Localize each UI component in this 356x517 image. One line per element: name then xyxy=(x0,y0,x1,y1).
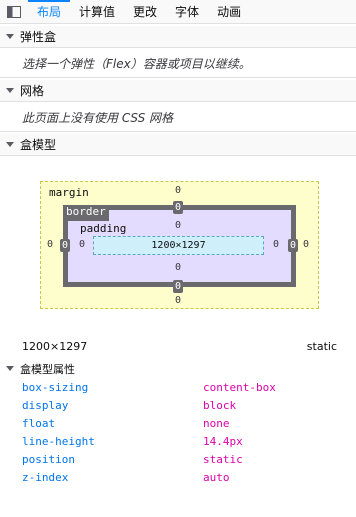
property-name: line-height xyxy=(22,435,95,448)
tab-layout[interactable]: 布局 xyxy=(28,0,71,23)
element-position: static xyxy=(306,340,337,353)
sidebar-toggle-icon[interactable] xyxy=(0,0,28,23)
element-dimensions: 1200×1297 xyxy=(22,340,88,353)
padding-label: padding xyxy=(80,222,127,235)
property-name: display xyxy=(22,399,69,412)
tab-changes[interactable]: 更改 xyxy=(124,0,166,23)
grid-section-title: 网格 xyxy=(20,84,45,98)
border-label: border xyxy=(63,205,109,221)
property-row: display block xyxy=(0,397,356,415)
property-value[interactable]: auto xyxy=(203,471,230,484)
boxmodel-section-header[interactable]: 盒模型 xyxy=(0,134,356,156)
chevron-down-icon xyxy=(0,141,20,148)
property-name: position xyxy=(22,453,75,466)
property-name: z-index xyxy=(22,471,69,484)
property-row: position static xyxy=(0,451,356,469)
chevron-down-icon xyxy=(0,366,20,372)
flexbox-empty-message: 选择一个弹性（Flex）容器或项目以继续。 xyxy=(22,56,251,71)
padding-right-value[interactable]: 0 xyxy=(271,239,281,251)
grid-section-header[interactable]: 网格 xyxy=(0,80,356,102)
property-row: line-height 14.4px xyxy=(0,433,356,451)
grid-empty-message: 此页面上没有使用 CSS 网格 xyxy=(22,110,174,125)
property-value[interactable]: 14.4px xyxy=(203,435,243,448)
boxmodel-properties-header[interactable]: 盒模型属性 xyxy=(0,360,356,378)
sidebar-tab-bar: 布局 计算值 更改 字体 动画 xyxy=(0,0,356,24)
margin-right-value[interactable]: 0 xyxy=(301,239,311,251)
padding-left-value[interactable]: 0 xyxy=(77,239,87,251)
margin-left-value[interactable]: 0 xyxy=(45,239,55,251)
tab-computed[interactable]: 计算值 xyxy=(70,0,124,23)
chevron-down-icon xyxy=(0,33,20,40)
property-row: z-index auto xyxy=(0,469,356,487)
margin-bottom-value[interactable]: 0 xyxy=(173,295,183,307)
boxmodel-content-box[interactable]: 1200×1297 xyxy=(93,236,264,255)
boxmodel-section-title: 盒模型 xyxy=(20,138,57,152)
grid-section-body: 此页面上没有使用 CSS 网格 xyxy=(0,103,356,132)
border-top-value[interactable]: 0 xyxy=(173,201,183,214)
border-bottom-value[interactable]: 0 xyxy=(173,280,183,293)
border-right-value[interactable]: 0 xyxy=(288,239,298,252)
property-row: box-sizing content-box xyxy=(0,379,356,397)
chevron-down-icon xyxy=(0,87,20,94)
property-row: float none xyxy=(0,415,356,433)
boxmodel-properties-title: 盒模型属性 xyxy=(20,363,75,376)
margin-top-value[interactable]: 0 xyxy=(173,185,183,197)
flexbox-section-header[interactable]: 弹性盒 xyxy=(0,26,356,48)
padding-top-value[interactable]: 0 xyxy=(173,220,183,232)
content-size-value: 1200×1297 xyxy=(151,240,206,251)
property-value[interactable]: none xyxy=(203,417,230,430)
property-name: box-sizing xyxy=(22,381,89,394)
property-value[interactable]: content-box xyxy=(203,381,276,394)
property-value[interactable]: block xyxy=(203,399,236,412)
padding-bottom-value[interactable]: 0 xyxy=(173,262,183,274)
flexbox-section-body: 选择一个弹性（Flex）容器或项目以继续。 xyxy=(0,49,356,78)
tab-fonts[interactable]: 字体 xyxy=(166,0,208,23)
flexbox-section-title: 弹性盒 xyxy=(20,30,57,44)
margin-label: margin xyxy=(49,186,89,199)
border-left-value[interactable]: 0 xyxy=(60,239,70,252)
property-name: float xyxy=(22,417,56,430)
tab-animations[interactable]: 动画 xyxy=(208,0,250,23)
property-value[interactable]: static xyxy=(203,453,243,466)
